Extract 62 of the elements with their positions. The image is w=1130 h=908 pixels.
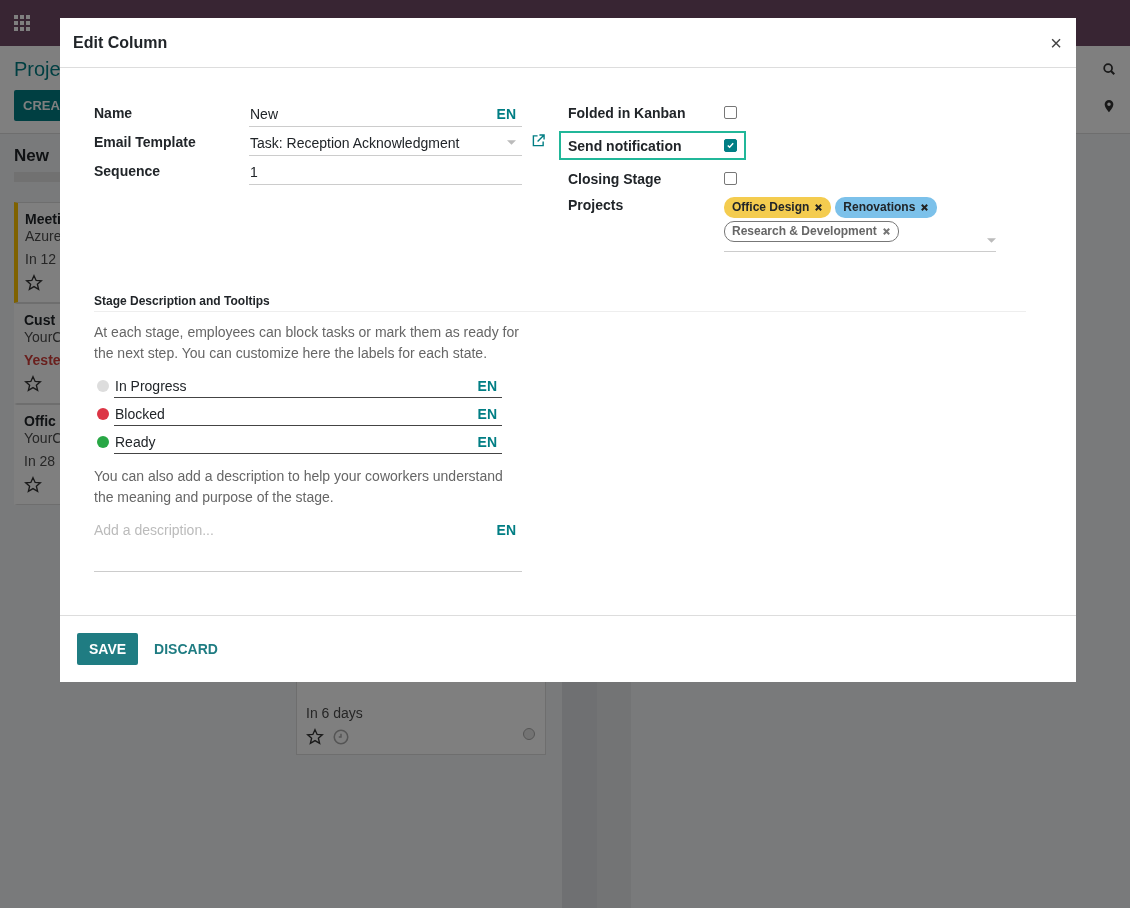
remove-icon xyxy=(881,227,891,236)
field-label: Sequence xyxy=(94,162,162,179)
input-field[interactable]: In Progress EN xyxy=(114,374,502,398)
language-button[interactable]: EN xyxy=(496,522,516,538)
tags-field[interactable]: Office Design Renovations Research & Development xyxy=(724,197,996,252)
card-deadline: Yeste xyxy=(24,351,61,369)
apps-menu-icon[interactable] xyxy=(14,15,30,31)
column-bar xyxy=(14,172,60,182)
search-icon xyxy=(1102,62,1116,76)
card-subtitle: YourC xyxy=(24,430,63,447)
close-button[interactable]: × xyxy=(1048,32,1064,53)
map-pin-icon xyxy=(1102,98,1116,113)
select-field[interactable]: Task: Reception Acknowledgment xyxy=(249,131,522,156)
card-title: Offic xyxy=(24,413,56,430)
card-subtitle: YourC xyxy=(24,329,63,346)
column-title: New xyxy=(14,146,49,167)
language-button[interactable]: EN xyxy=(477,377,497,394)
save-button[interactable]: SAVE xyxy=(77,633,139,665)
field-label: Projects xyxy=(568,197,625,215)
input-field[interactable]: 1 xyxy=(249,160,522,185)
field-label: Name xyxy=(94,104,134,121)
field-label: Folded in Kanban xyxy=(568,104,687,121)
status-dot xyxy=(523,728,535,740)
input-field[interactable]: Blocked EN xyxy=(114,402,502,426)
input-field[interactable]: Ready EN xyxy=(114,430,502,454)
star-icon xyxy=(24,375,42,393)
clock-icon xyxy=(332,728,350,746)
card-deadline: In 12 xyxy=(25,250,57,268)
external-link-icon xyxy=(532,133,545,147)
checkbox[interactable] xyxy=(724,172,737,185)
card-subtitle: Azure xyxy=(25,228,62,245)
star-icon xyxy=(24,476,42,494)
help-text: At each stage, employees can block tasks or mark them as ready for the next step. You can customize here the labels for each state. xyxy=(94,323,519,363)
caret-icon xyxy=(987,238,996,244)
card-title: Meeti xyxy=(25,211,61,228)
remove-icon xyxy=(814,203,824,212)
input-field[interactable]: New EN xyxy=(249,102,522,127)
field-label: Email Template xyxy=(94,133,197,150)
help-text: You can also add a description to help your coworkers understand the meaning and purpose of the stage. xyxy=(94,467,504,507)
card-deadline: In 6 days xyxy=(306,704,363,722)
language-button[interactable]: EN xyxy=(477,405,497,422)
checkbox[interactable] xyxy=(724,139,737,152)
dialog-title: Edit Column xyxy=(73,33,168,52)
tag: Research & Development xyxy=(724,221,899,242)
section-title: Stage Description and Tooltips xyxy=(94,294,1026,312)
language-button[interactable]: EN xyxy=(477,433,497,450)
card-deadline: In 28 xyxy=(24,452,56,470)
star-icon xyxy=(25,274,43,292)
caret-icon xyxy=(507,140,516,146)
checkbox[interactable] xyxy=(724,106,737,119)
field-label: Send notification xyxy=(568,137,683,154)
checkmark-icon xyxy=(726,141,735,150)
language-button[interactable]: EN xyxy=(496,106,516,122)
card-title: Cust xyxy=(24,312,56,329)
breadcrumb-title: Proje xyxy=(14,57,61,81)
tag: Office Design xyxy=(724,197,832,218)
remove-icon xyxy=(920,203,930,212)
description-field[interactable]: Add a description... EN xyxy=(94,522,522,572)
tag: Renovations xyxy=(835,197,938,218)
star-icon xyxy=(306,728,324,746)
discard-button[interactable]: DISCARD xyxy=(142,633,230,665)
field-label: Closing Stage xyxy=(568,170,663,187)
